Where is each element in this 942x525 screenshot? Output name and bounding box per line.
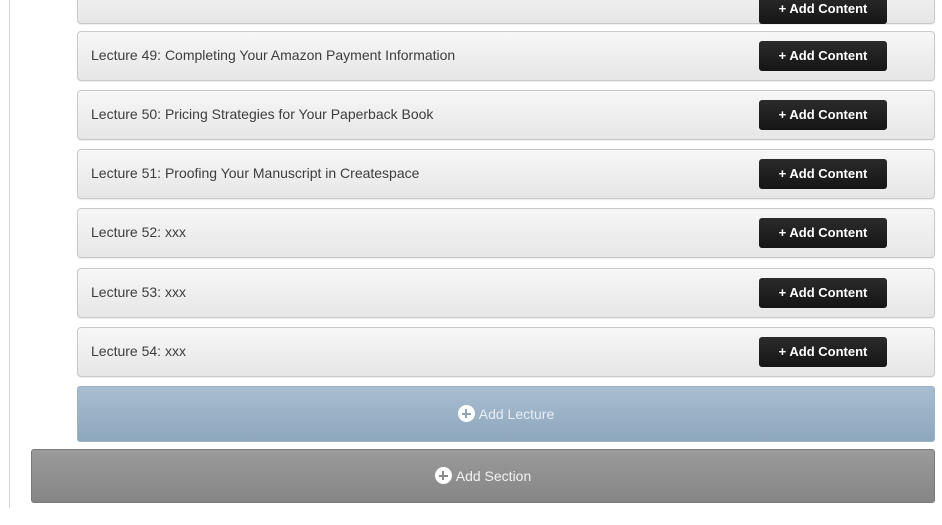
lecture-row[interactable]: Lecture 49: Completing Your Amazon Payme… [77, 31, 935, 81]
lecture-title: Lecture 54: xxx [91, 343, 186, 359]
add-content-button[interactable]: + Add Content [759, 100, 887, 130]
add-section-label: Add Section [455, 468, 532, 484]
lecture-row[interactable]: + Add Content [77, 0, 935, 24]
curriculum-editor: + Add Content Lecture 49: Completing You… [0, 0, 942, 525]
add-section-button[interactable]: Add Section [31, 449, 935, 503]
lecture-row[interactable]: Lecture 53: xxx + Add Content [77, 268, 935, 318]
lecture-row[interactable]: Lecture 52: xxx + Add Content [77, 208, 935, 258]
lecture-title: Lecture 53: xxx [91, 284, 186, 300]
add-content-button[interactable]: + Add Content [759, 0, 887, 24]
lecture-title: Lecture 49: Completing Your Amazon Payme… [91, 47, 456, 63]
add-content-button[interactable]: + Add Content [759, 278, 887, 308]
lecture-row[interactable]: Lecture 54: xxx + Add Content [77, 327, 935, 377]
add-lecture-label: Add Lecture [478, 406, 555, 422]
lecture-title: Lecture 52: xxx [91, 224, 186, 240]
lecture-title: Lecture 50: Pricing Strategies for Your … [91, 106, 434, 122]
add-content-button[interactable]: + Add Content [759, 159, 887, 189]
plus-circle-icon [457, 405, 475, 423]
lecture-title: Lecture 51: Proofing Your Manuscript in … [91, 165, 420, 181]
add-content-button[interactable]: + Add Content [759, 218, 887, 248]
add-content-button[interactable]: + Add Content [759, 337, 887, 367]
add-content-button[interactable]: + Add Content [759, 41, 887, 71]
lecture-row[interactable]: Lecture 51: Proofing Your Manuscript in … [77, 149, 935, 199]
add-lecture-button[interactable]: Add Lecture [77, 386, 935, 442]
section-left-border [9, 0, 10, 508]
lecture-row[interactable]: Lecture 50: Pricing Strategies for Your … [77, 90, 935, 140]
plus-circle-icon [434, 467, 452, 485]
